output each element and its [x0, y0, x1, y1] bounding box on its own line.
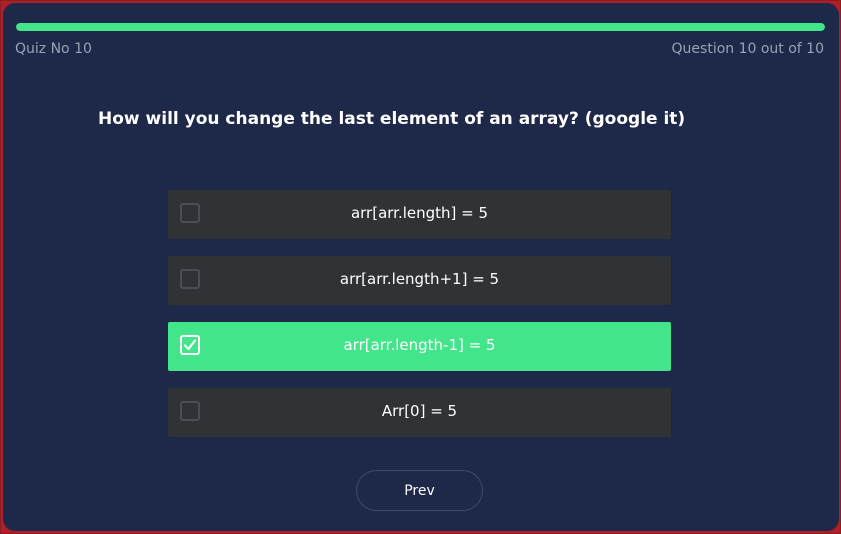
- option-label: Arr[0] = 5: [381, 402, 458, 420]
- option-2[interactable]: arr[arr.length+1] = 5: [168, 256, 671, 305]
- option-3[interactable]: arr[arr.length-1] = 5: [168, 322, 671, 371]
- option-label: arr[arr.length+1] = 5: [339, 270, 500, 288]
- progress-bar: [16, 23, 825, 31]
- quiz-card: Quiz No 10 Question 10 out of 10 How wil…: [3, 3, 839, 531]
- progress-fill: [16, 23, 825, 31]
- option-label: arr[arr.length-1] = 5: [343, 336, 496, 354]
- question-count-label: Question 10 out of 10: [671, 41, 824, 57]
- option-label: arr[arr.length] = 5: [350, 204, 489, 222]
- option-4[interactable]: Arr[0] = 5: [168, 388, 671, 437]
- question-text: How will you change the last element of …: [98, 109, 686, 129]
- option-1[interactable]: arr[arr.length] = 5: [168, 190, 671, 239]
- prev-button[interactable]: Prev: [356, 470, 483, 511]
- window-frame: Quiz No 10 Question 10 out of 10 How wil…: [1, 1, 840, 533]
- quiz-number-label: Quiz No 10: [15, 41, 92, 57]
